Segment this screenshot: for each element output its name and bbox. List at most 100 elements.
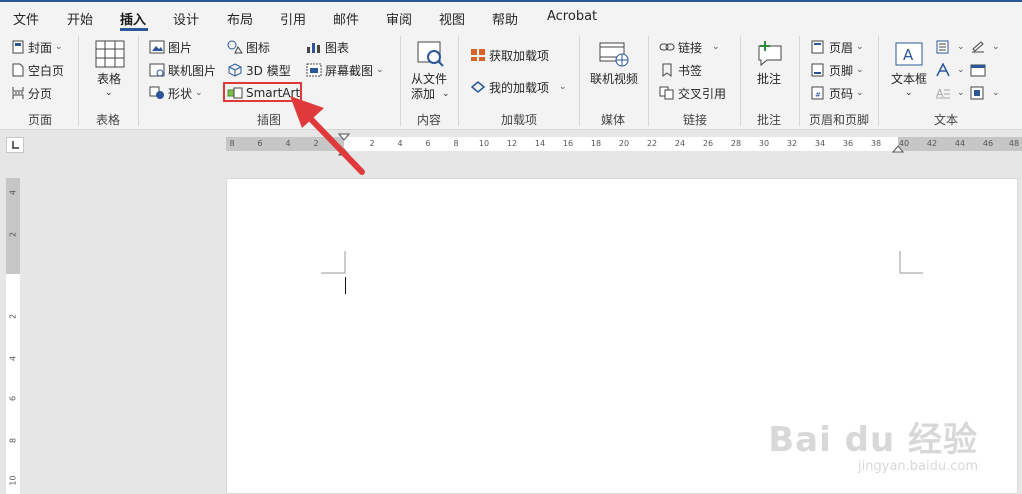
page-number-button[interactable]: # 页码 ⌄ bbox=[810, 83, 864, 103]
group-label-header-footer: 页眉和页脚 bbox=[809, 113, 870, 127]
comment-label: 批注 bbox=[757, 72, 782, 86]
active-tab-indicator bbox=[120, 28, 148, 31]
group-label-content: 内容 bbox=[417, 113, 442, 127]
tab-references[interactable]: 引用 bbox=[280, 9, 306, 28]
text-box-button[interactable]: A 文本框 ⌄ bbox=[888, 38, 932, 104]
date-time-button[interactable] bbox=[970, 60, 989, 80]
cross-reference-button[interactable]: 交叉引用 bbox=[659, 83, 726, 103]
link-button[interactable]: 链接 ⌄ bbox=[659, 37, 720, 57]
add-from-file-button[interactable]: 从文件 添加 ⌄ bbox=[408, 38, 454, 104]
group-label-pages: 页面 bbox=[28, 113, 53, 127]
footer-label: 页脚 bbox=[829, 63, 854, 78]
my-addins-button[interactable]: 我的加载项 ⌄ bbox=[470, 77, 567, 97]
my-addins-label: 我的加载项 bbox=[489, 80, 550, 95]
chevron-down-icon: ⌄ bbox=[55, 42, 63, 52]
shapes-button[interactable]: 形状 ⌄ bbox=[149, 83, 203, 103]
3d-models-label: 3D 模型 bbox=[246, 63, 291, 78]
text-box-label: 文本框 bbox=[891, 72, 928, 86]
chevron-down-icon: ⌄ bbox=[559, 82, 567, 92]
screenshot-icon bbox=[306, 63, 322, 77]
chevron-down-icon: ⌄ bbox=[712, 42, 720, 52]
ruler-tick: 6 bbox=[257, 139, 263, 148]
cover-page-button[interactable]: 封面 ⌄ bbox=[11, 37, 63, 57]
ruler-tick: 8 bbox=[453, 139, 459, 148]
drop-cap-icon: A bbox=[936, 87, 950, 100]
page-break-label: 分页 bbox=[28, 86, 53, 101]
group-separator bbox=[138, 36, 139, 126]
quick-parts-icon bbox=[936, 40, 949, 54]
ruler-tick: 28 bbox=[730, 139, 742, 148]
bookmark-button[interactable]: 书签 bbox=[659, 60, 702, 80]
cover-page-icon bbox=[12, 40, 24, 54]
online-pictures-button[interactable]: 联机图片 bbox=[149, 60, 216, 80]
object-button[interactable]: ⌄ bbox=[970, 83, 1000, 103]
icons-icon bbox=[227, 40, 243, 54]
svg-text:A: A bbox=[903, 46, 914, 64]
online-pictures-label: 联机图片 bbox=[168, 63, 217, 78]
vertical-ruler[interactable]: 4 2 2 4 6 8 10 bbox=[6, 178, 20, 494]
shapes-icon bbox=[149, 86, 164, 99]
tab-acrobat[interactable]: Acrobat bbox=[547, 9, 597, 24]
online-video-icon bbox=[599, 42, 629, 67]
table-label: 表格 bbox=[97, 72, 122, 86]
ruler-tick: 16 bbox=[562, 139, 574, 148]
ruler-tick: 14 bbox=[534, 139, 546, 148]
tab-mailings[interactable]: 邮件 bbox=[333, 9, 359, 28]
group-separator bbox=[799, 36, 800, 126]
chevron-down-icon: ⌄ bbox=[992, 42, 1000, 52]
tab-review[interactable]: 审阅 bbox=[386, 9, 412, 28]
ruler-tick: 6 bbox=[8, 395, 18, 402]
tab-help[interactable]: 帮助 bbox=[492, 9, 518, 28]
screenshot-button[interactable]: 屏幕截图 ⌄ bbox=[306, 60, 384, 80]
ruler-tick: 10 bbox=[478, 139, 490, 148]
link-label: 链接 bbox=[678, 40, 703, 55]
header-button[interactable]: 页眉 ⌄ bbox=[810, 37, 864, 57]
comment-button[interactable]: 批注 bbox=[748, 38, 792, 104]
group-label-tables: 表格 bbox=[96, 113, 121, 127]
page-break-button[interactable]: 分页 bbox=[11, 83, 52, 103]
ruler-tick: 18 bbox=[590, 139, 602, 148]
online-video-button[interactable]: 联机视频 bbox=[586, 38, 642, 104]
blank-page-button[interactable]: 空白页 bbox=[11, 60, 64, 80]
group-separator bbox=[878, 36, 879, 126]
ruler-tick: 48 bbox=[1008, 139, 1020, 148]
link-icon bbox=[659, 43, 675, 51]
signature-line-button[interactable]: ⌄ bbox=[970, 37, 1000, 57]
group-label-addins: 加载项 bbox=[501, 113, 538, 127]
quick-parts-button[interactable]: ⌄ bbox=[935, 37, 965, 57]
tab-file[interactable]: 文件 bbox=[13, 9, 39, 28]
page-number-icon: # bbox=[811, 86, 824, 100]
pictures-label: 图片 bbox=[168, 40, 193, 55]
footer-button[interactable]: 页脚 ⌄ bbox=[810, 60, 864, 80]
tab-layout[interactable]: 布局 bbox=[227, 9, 253, 28]
tab-selector[interactable] bbox=[6, 137, 24, 153]
ruler-tick: 6 bbox=[425, 139, 431, 148]
ruler-tick: 26 bbox=[702, 139, 714, 148]
shapes-label: 形状 bbox=[168, 86, 193, 101]
ruler-tick: 24 bbox=[674, 139, 686, 148]
baidu-watermark: Bai du 经验 jingyan.baidu.com bbox=[768, 412, 978, 474]
chart-label: 图表 bbox=[325, 40, 350, 55]
chevron-down-icon: ⌄ bbox=[195, 88, 203, 98]
icons-button[interactable]: 图标 bbox=[227, 37, 270, 57]
3d-models-button[interactable]: 3D 模型 bbox=[227, 60, 291, 80]
store-icon bbox=[471, 49, 485, 61]
tab-home[interactable]: 开始 bbox=[67, 9, 93, 28]
ruler-tick: 22 bbox=[646, 139, 658, 148]
header-icon bbox=[811, 40, 824, 54]
wordart-button[interactable]: ⌄ bbox=[935, 60, 965, 80]
chart-icon bbox=[307, 43, 320, 53]
tab-design[interactable]: 设计 bbox=[173, 9, 199, 28]
right-indent-marker-icon[interactable] bbox=[892, 143, 904, 153]
table-button[interactable]: 表格 ⌄ bbox=[88, 38, 132, 104]
chevron-down-icon: ⌄ bbox=[957, 42, 965, 52]
ruler-tick: 12 bbox=[506, 139, 518, 148]
tab-insert[interactable]: 插入 bbox=[120, 9, 146, 28]
get-addins-label: 获取加载项 bbox=[489, 48, 550, 63]
get-addins-button[interactable]: 获取加载项 bbox=[470, 45, 549, 65]
svg-text:#: # bbox=[815, 91, 821, 99]
chart-button[interactable]: 图表 bbox=[306, 37, 349, 57]
pictures-button[interactable]: 图片 bbox=[149, 37, 192, 57]
drop-cap-button[interactable]: A ⌄ bbox=[935, 83, 965, 103]
tab-view[interactable]: 视图 bbox=[439, 9, 465, 28]
